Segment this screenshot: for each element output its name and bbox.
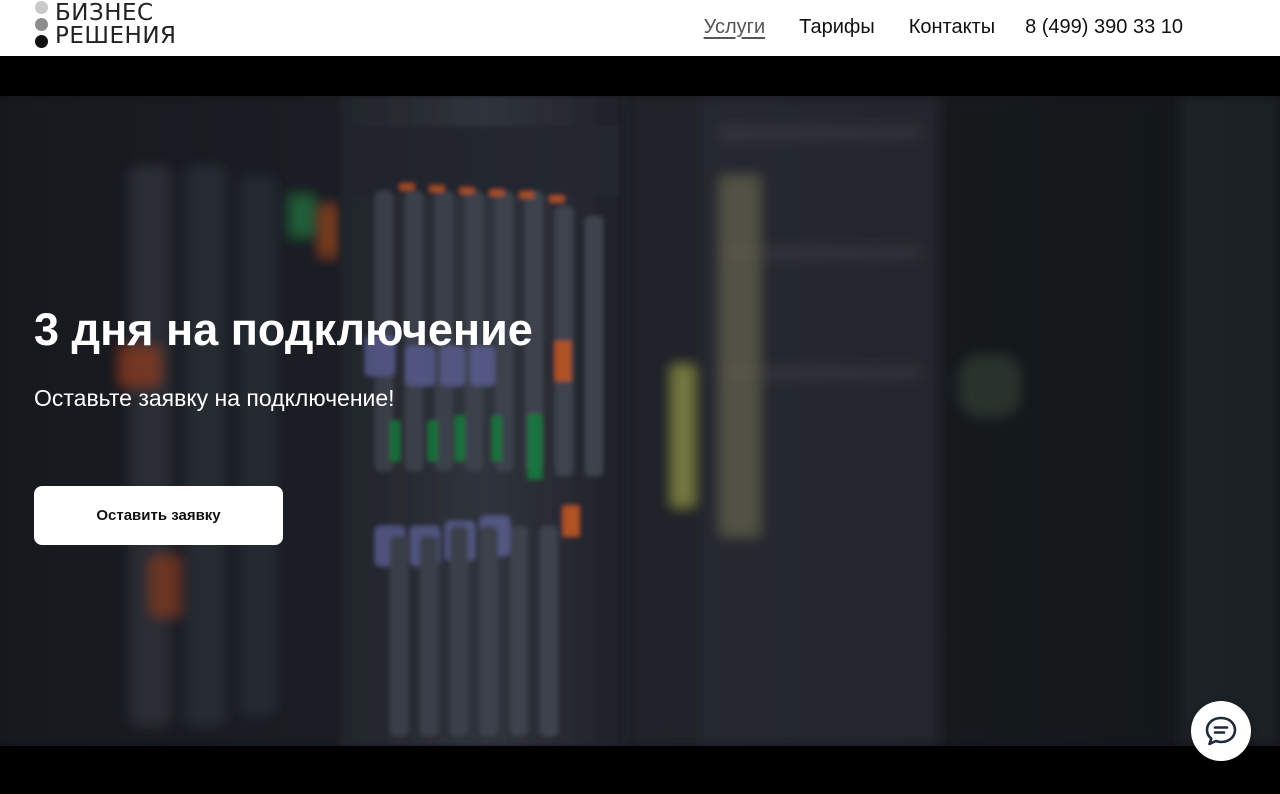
hero-section: 3 дня на подключение Оставьте заявку на … xyxy=(0,96,1280,746)
logo[interactable]: БИЗНЕС РЕШЕНИЯ xyxy=(33,0,193,52)
chat-widget-button[interactable] xyxy=(1191,701,1251,761)
nav-item-contacts[interactable]: Контакты xyxy=(909,16,995,39)
hero-overlay xyxy=(0,96,1280,746)
logo-dot-dark xyxy=(35,35,48,48)
nav-item-tariffs[interactable]: Тарифы xyxy=(799,16,875,39)
logo-text-line1: БИЗНЕС xyxy=(55,0,154,26)
logo-dot-mid xyxy=(35,18,48,31)
hero-subtitle: Оставьте заявку на подключение! xyxy=(34,385,395,411)
logo-text-line2: РЕШЕНИЯ xyxy=(55,23,177,49)
main-nav: Услуги Тарифы Контакты 8 (499) 390 33 10 xyxy=(670,14,1183,40)
site-header: БИЗНЕС РЕШЕНИЯ Услуги Тарифы Контакты 8 … xyxy=(0,0,1280,56)
phone-link[interactable]: 8 (499) 390 33 10 xyxy=(1025,16,1183,39)
submit-request-button[interactable]: Оставить заявку xyxy=(34,486,283,545)
nav-item-services[interactable]: Услуги xyxy=(704,16,766,39)
logo-dot-light xyxy=(35,1,48,14)
chat-bubble-icon xyxy=(1205,716,1237,746)
hero-title: 3 дня на подключение xyxy=(34,304,533,355)
